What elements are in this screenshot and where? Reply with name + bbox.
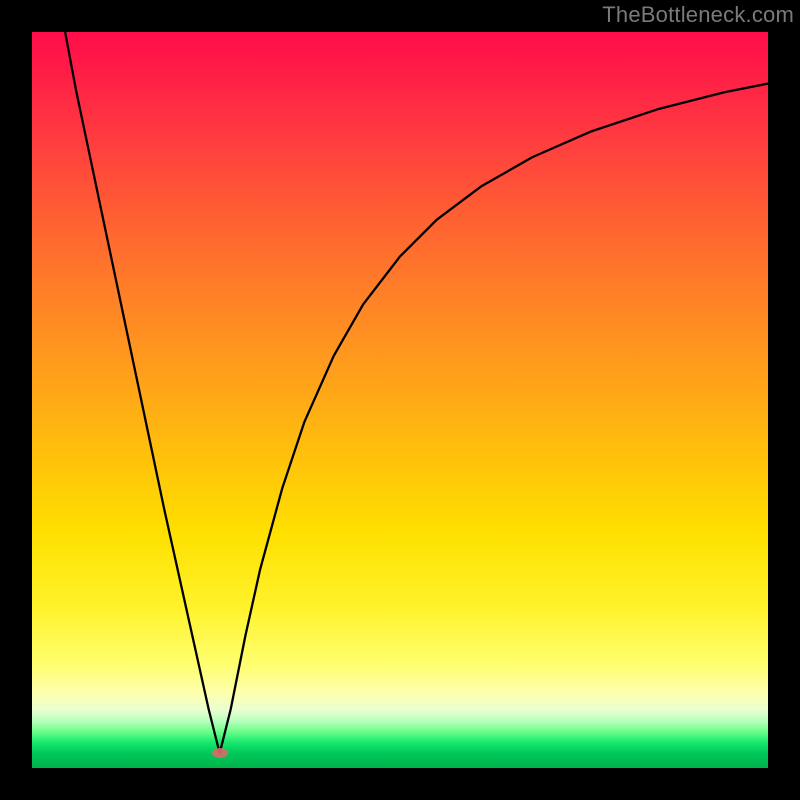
plot-area — [32, 32, 768, 768]
watermark-label: TheBottleneck.com — [602, 2, 794, 28]
bottleneck-curve-svg — [32, 32, 768, 768]
bottleneck-curve-line — [65, 32, 768, 753]
chart-frame: TheBottleneck.com — [0, 0, 800, 800]
minimum-marker — [212, 748, 228, 758]
